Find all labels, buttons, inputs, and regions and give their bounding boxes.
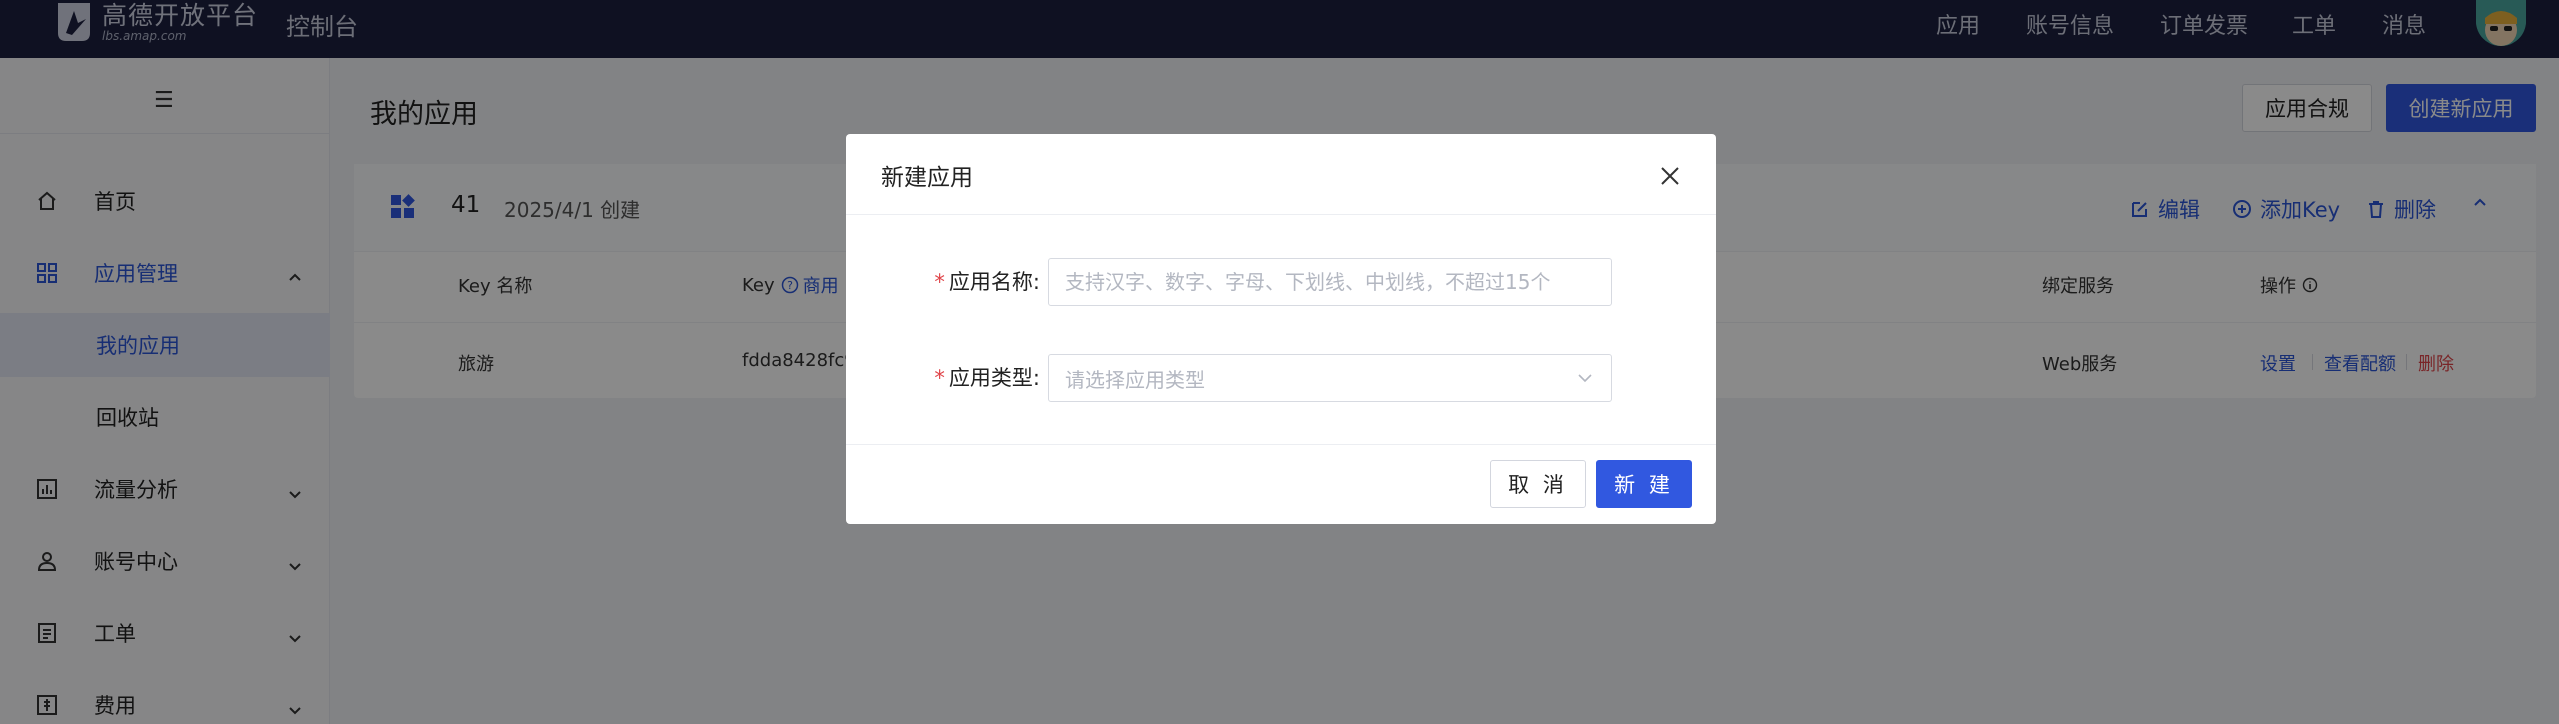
app-type-label-text: 应用类型: — [948, 366, 1040, 390]
dialog-divider — [846, 444, 1716, 445]
app-name-label-text: 应用名称: — [948, 270, 1040, 294]
app-type-placeholder: 请选择应用类型 — [1065, 367, 1205, 392]
dialog-divider — [846, 214, 1716, 215]
app-name-input[interactable] — [1048, 258, 1612, 306]
app-type-label: * 应用类型: — [926, 362, 1040, 392]
confirm-create-button[interactable]: 新 建 — [1596, 460, 1692, 508]
required-mark: * — [934, 270, 945, 294]
close-icon[interactable] — [1658, 164, 1682, 188]
chevron-down-icon — [1578, 374, 1592, 383]
dialog-title: 新建应用 — [881, 165, 973, 191]
create-app-dialog: 新建应用 *应用名称: *应用类型: 请选择应用类型 取 消 新 建 — [846, 134, 1716, 524]
app-name-label: * 应用名称: — [926, 266, 1040, 296]
cancel-button[interactable]: 取 消 — [1490, 460, 1586, 508]
app-type-select[interactable]: 请选择应用类型 — [1048, 354, 1612, 402]
required-mark: * — [934, 366, 945, 390]
